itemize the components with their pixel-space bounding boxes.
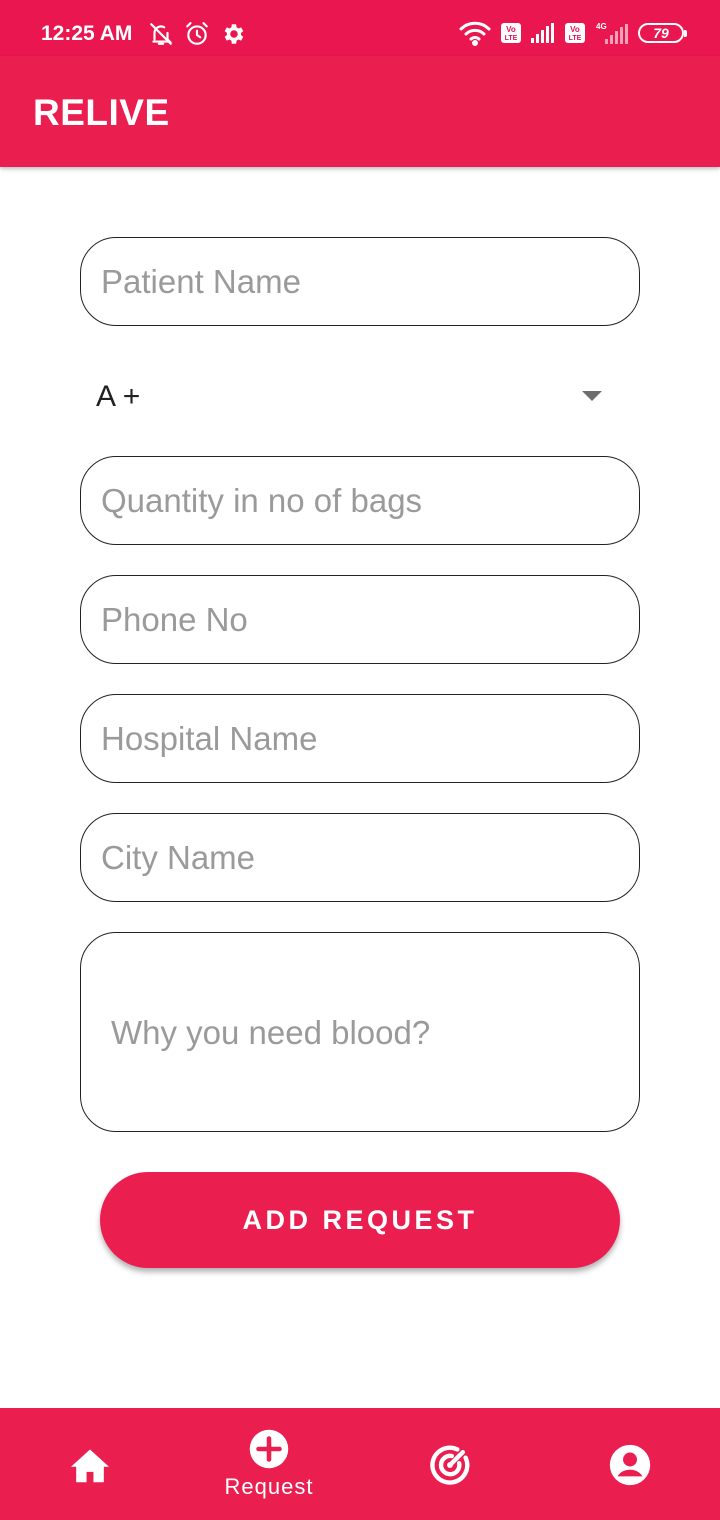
battery-icon: 79 (638, 23, 687, 43)
hospital-name-field[interactable] (80, 694, 640, 783)
status-right-icons: Vo LTE Vo LTE 4G 79 (458, 20, 687, 46)
signal-4g-icon: 4G (594, 21, 630, 45)
city-name-input[interactable] (81, 814, 639, 901)
quantity-field[interactable] (80, 456, 640, 545)
svg-text:4G: 4G (596, 22, 607, 31)
radar-icon (428, 1443, 472, 1487)
bottom-navigation: Request (0, 1408, 720, 1520)
patient-name-input[interactable] (81, 238, 639, 325)
bell-off-icon (148, 21, 174, 47)
blood-group-value: A + (96, 380, 141, 413)
blood-group-spinner[interactable]: A + (80, 367, 640, 427)
alarm-icon (184, 21, 210, 47)
status-left-icons (148, 21, 246, 47)
svg-text:Vo: Vo (506, 25, 516, 34)
nav-label-request: Request (224, 1474, 314, 1499)
add-circle-icon (248, 1428, 290, 1470)
volte-icon: Vo LTE (564, 22, 586, 44)
reason-field[interactable] (80, 932, 640, 1132)
nav-item-home[interactable] (20, 1408, 160, 1520)
dropdown-arrow-icon (582, 391, 602, 401)
status-bar: 12:25 AM Vo LTE Vo LTE 4G 79 (0, 0, 720, 56)
phone-input[interactable] (81, 576, 639, 663)
account-icon (608, 1443, 652, 1487)
nav-item-request[interactable]: Request (199, 1408, 339, 1520)
svg-text:Vo: Vo (570, 25, 580, 34)
app-bar: RELIVE (0, 56, 720, 167)
status-time: 12:25 AM (41, 22, 133, 45)
patient-name-field[interactable] (80, 237, 640, 326)
add-request-button[interactable]: ADD REQUEST (100, 1172, 620, 1268)
nav-item-radar[interactable] (380, 1408, 520, 1520)
nav-item-account[interactable] (560, 1408, 700, 1520)
hospital-name-input[interactable] (81, 695, 639, 782)
reason-input[interactable] (81, 933, 639, 1131)
home-icon (69, 1446, 111, 1484)
svg-text:LTE: LTE (569, 35, 582, 42)
volte-icon: Vo LTE (500, 22, 522, 44)
gear-icon (220, 21, 246, 47)
city-name-field[interactable] (80, 813, 640, 902)
quantity-input[interactable] (81, 457, 639, 544)
signal-icon (530, 22, 556, 44)
wifi-icon (458, 20, 492, 46)
app-title: RELIVE (33, 92, 170, 133)
phone-field[interactable] (80, 575, 640, 664)
svg-text:LTE: LTE (505, 35, 518, 42)
